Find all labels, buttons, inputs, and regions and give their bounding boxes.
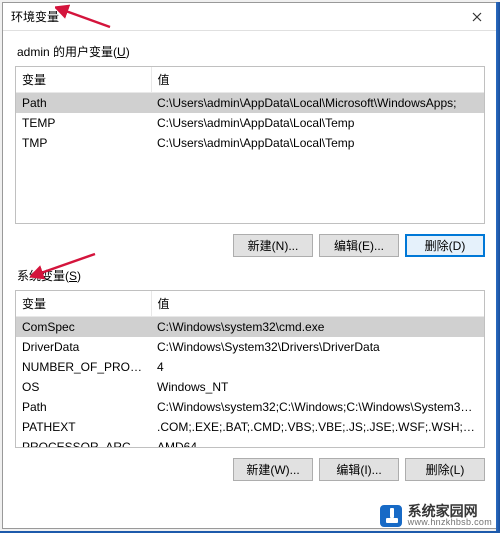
- table-row[interactable]: TEMPC:\Users\admin\AppData\Local\Temp: [16, 113, 484, 133]
- var-name-cell: TEMP: [16, 113, 151, 133]
- user-new-button[interactable]: 新建(N)...: [233, 234, 313, 257]
- system-vars-section: 系统变量(S) 变量 值 ComSpecC:\Windows\system32\…: [15, 267, 485, 487]
- table-row[interactable]: ComSpecC:\Windows\system32\cmd.exe: [16, 317, 484, 338]
- var-value-cell: C:\Users\admin\AppData\Local\Microsoft\W…: [151, 93, 484, 114]
- table-row[interactable]: PathC:\Windows\system32;C:\Windows;C:\Wi…: [16, 397, 484, 417]
- system-vars-table-wrap[interactable]: 变量 值 ComSpecC:\Windows\system32\cmd.exeD…: [15, 290, 485, 448]
- watermark-logo-icon: [380, 505, 402, 527]
- var-name-cell: Path: [16, 397, 151, 417]
- table-row[interactable]: NUMBER_OF_PROCESSORS4: [16, 357, 484, 377]
- window-title: 环境变量: [11, 8, 59, 25]
- var-value-cell: 4: [151, 357, 484, 377]
- user-edit-button[interactable]: 编辑(E)...: [319, 234, 399, 257]
- table-row[interactable]: OSWindows_NT: [16, 377, 484, 397]
- var-name-cell: DriverData: [16, 337, 151, 357]
- system-delete-button[interactable]: 删除(L): [405, 458, 485, 481]
- var-name-cell: Path: [16, 93, 151, 114]
- titlebar: 环境变量: [3, 3, 497, 31]
- table-row[interactable]: PATHEXT.COM;.EXE;.BAT;.CMD;.VBS;.VBE;.JS…: [16, 417, 484, 437]
- var-name-cell: ComSpec: [16, 317, 151, 338]
- var-value-cell: C:\Users\admin\AppData\Local\Temp: [151, 113, 484, 133]
- user-vars-section: admin 的用户变量(U) 变量 值 PathC:\Users\admin\A…: [15, 43, 485, 263]
- var-value-cell: C:\Windows\system32\cmd.exe: [151, 317, 484, 338]
- user-col-name[interactable]: 变量: [16, 67, 151, 93]
- system-col-value[interactable]: 值: [151, 291, 484, 317]
- var-value-cell: .COM;.EXE;.BAT;.CMD;.VBS;.VBE;.JS;.JSE;.…: [151, 417, 484, 437]
- user-buttons: 新建(N)... 编辑(E)... 删除(D): [15, 224, 485, 263]
- watermark-url: www.hnzkhbsb.com: [408, 518, 492, 527]
- user-vars-table-wrap[interactable]: 变量 值 PathC:\Users\admin\AppData\Local\Mi…: [15, 66, 485, 224]
- dialog-content: admin 的用户变量(U) 变量 值 PathC:\Users\admin\A…: [3, 31, 497, 495]
- system-vars-label: 系统变量(S): [17, 267, 485, 284]
- system-edit-button[interactable]: 编辑(I)...: [319, 458, 399, 481]
- user-delete-button[interactable]: 删除(D): [405, 234, 485, 257]
- var-value-cell: AMD64: [151, 437, 484, 448]
- var-value-cell: C:\Windows\System32\Drivers\DriverData: [151, 337, 484, 357]
- var-name-cell: NUMBER_OF_PROCESSORS: [16, 357, 151, 377]
- watermark: 系统家园网 www.hnzkhbsb.com: [380, 504, 492, 527]
- system-buttons: 新建(W)... 编辑(I)... 删除(L): [15, 448, 485, 487]
- var-name-cell: PATHEXT: [16, 417, 151, 437]
- var-value-cell: C:\Windows\system32;C:\Windows;C:\Window…: [151, 397, 484, 417]
- desktop-edge: [496, 2, 500, 533]
- env-vars-dialog: 环境变量 admin 的用户变量(U) 变量 值 PathC: [2, 2, 498, 529]
- var-name-cell: TMP: [16, 133, 151, 153]
- var-name-cell: PROCESSOR_ARCHITECT...: [16, 437, 151, 448]
- close-button[interactable]: [457, 4, 497, 30]
- system-vars-table: 变量 值 ComSpecC:\Windows\system32\cmd.exeD…: [16, 291, 484, 448]
- var-name-cell: OS: [16, 377, 151, 397]
- user-vars-label: admin 的用户变量(U): [17, 43, 485, 60]
- watermark-name: 系统家园网: [408, 504, 492, 518]
- system-new-button[interactable]: 新建(W)...: [233, 458, 313, 481]
- table-row[interactable]: DriverDataC:\Windows\System32\Drivers\Dr…: [16, 337, 484, 357]
- close-icon: [472, 9, 482, 25]
- user-vars-table: 变量 值 PathC:\Users\admin\AppData\Local\Mi…: [16, 67, 484, 153]
- var-value-cell: C:\Users\admin\AppData\Local\Temp: [151, 133, 484, 153]
- var-value-cell: Windows_NT: [151, 377, 484, 397]
- system-col-name[interactable]: 变量: [16, 291, 151, 317]
- user-col-value[interactable]: 值: [151, 67, 484, 93]
- table-row[interactable]: TMPC:\Users\admin\AppData\Local\Temp: [16, 133, 484, 153]
- table-row[interactable]: PathC:\Users\admin\AppData\Local\Microso…: [16, 93, 484, 114]
- table-row[interactable]: PROCESSOR_ARCHITECT...AMD64: [16, 437, 484, 448]
